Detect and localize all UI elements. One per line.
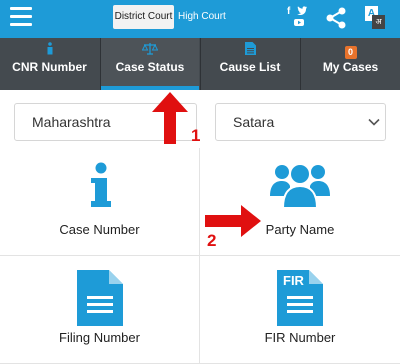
annotation-arrow-up xyxy=(152,92,188,144)
tab-cnr-number[interactable]: CNR Number xyxy=(0,38,99,90)
twitter-icon[interactable] xyxy=(297,6,307,15)
fir-icon-text: FIR xyxy=(283,273,305,288)
filing-number-option[interactable]: Filing Number xyxy=(0,256,200,364)
chevron-down-icon xyxy=(368,118,380,126)
tab-cause-list[interactable]: Cause List xyxy=(200,38,299,90)
tab-label: CNR Number xyxy=(12,60,87,74)
party-name-option[interactable]: Party Name xyxy=(200,148,400,256)
high-court-toggle[interactable]: High Court xyxy=(178,5,226,29)
main-tab-bar: CNR Number Case Status Cause List 0 My C… xyxy=(0,38,400,90)
info-icon xyxy=(90,162,111,207)
annotation-number-2: 2 xyxy=(207,231,217,250)
translate-icon[interactable]: A अ xyxy=(365,6,387,30)
tab-label: Cause List xyxy=(219,60,281,74)
option-label: FIR Number xyxy=(264,330,336,345)
tab-label: Case Status xyxy=(115,60,185,74)
case-number-option[interactable]: Case Number xyxy=(0,148,200,256)
top-app-bar: District Court High Court f A अ xyxy=(0,0,400,38)
tab-case-status[interactable]: Case Status xyxy=(100,38,199,90)
district-select[interactable]: Satara xyxy=(215,103,386,141)
scales-icon xyxy=(141,43,159,55)
tab-my-cases[interactable]: 0 My Cases xyxy=(300,38,400,90)
hamburger-menu-icon[interactable] xyxy=(10,7,32,27)
youtube-icon[interactable] xyxy=(294,18,304,27)
social-links: f xyxy=(286,6,316,30)
share-icon[interactable] xyxy=(324,6,348,30)
state-select-value: Maharashtra xyxy=(32,114,111,130)
option-label: Filing Number xyxy=(59,330,140,345)
district-select-value: Satara xyxy=(233,114,275,130)
facebook-icon[interactable]: f xyxy=(287,6,290,17)
users-icon xyxy=(270,163,330,209)
district-court-toggle[interactable]: District Court xyxy=(113,5,174,29)
tab-label: My Cases xyxy=(322,60,379,74)
fir-number-option[interactable]: FIR FIR Number xyxy=(200,256,400,364)
count-badge: 0 xyxy=(344,46,357,59)
option-label: Case Number xyxy=(59,222,140,237)
info-icon xyxy=(47,42,52,55)
document-icon xyxy=(244,42,256,55)
document-icon xyxy=(76,270,123,326)
translate-glyph-secondary: अ xyxy=(372,15,385,29)
annotation-number-1: 1 xyxy=(191,126,201,145)
search-options-grid: Case Number Party Name Filing Number FIR… xyxy=(0,148,400,364)
fir-document-icon: FIR xyxy=(277,270,323,326)
